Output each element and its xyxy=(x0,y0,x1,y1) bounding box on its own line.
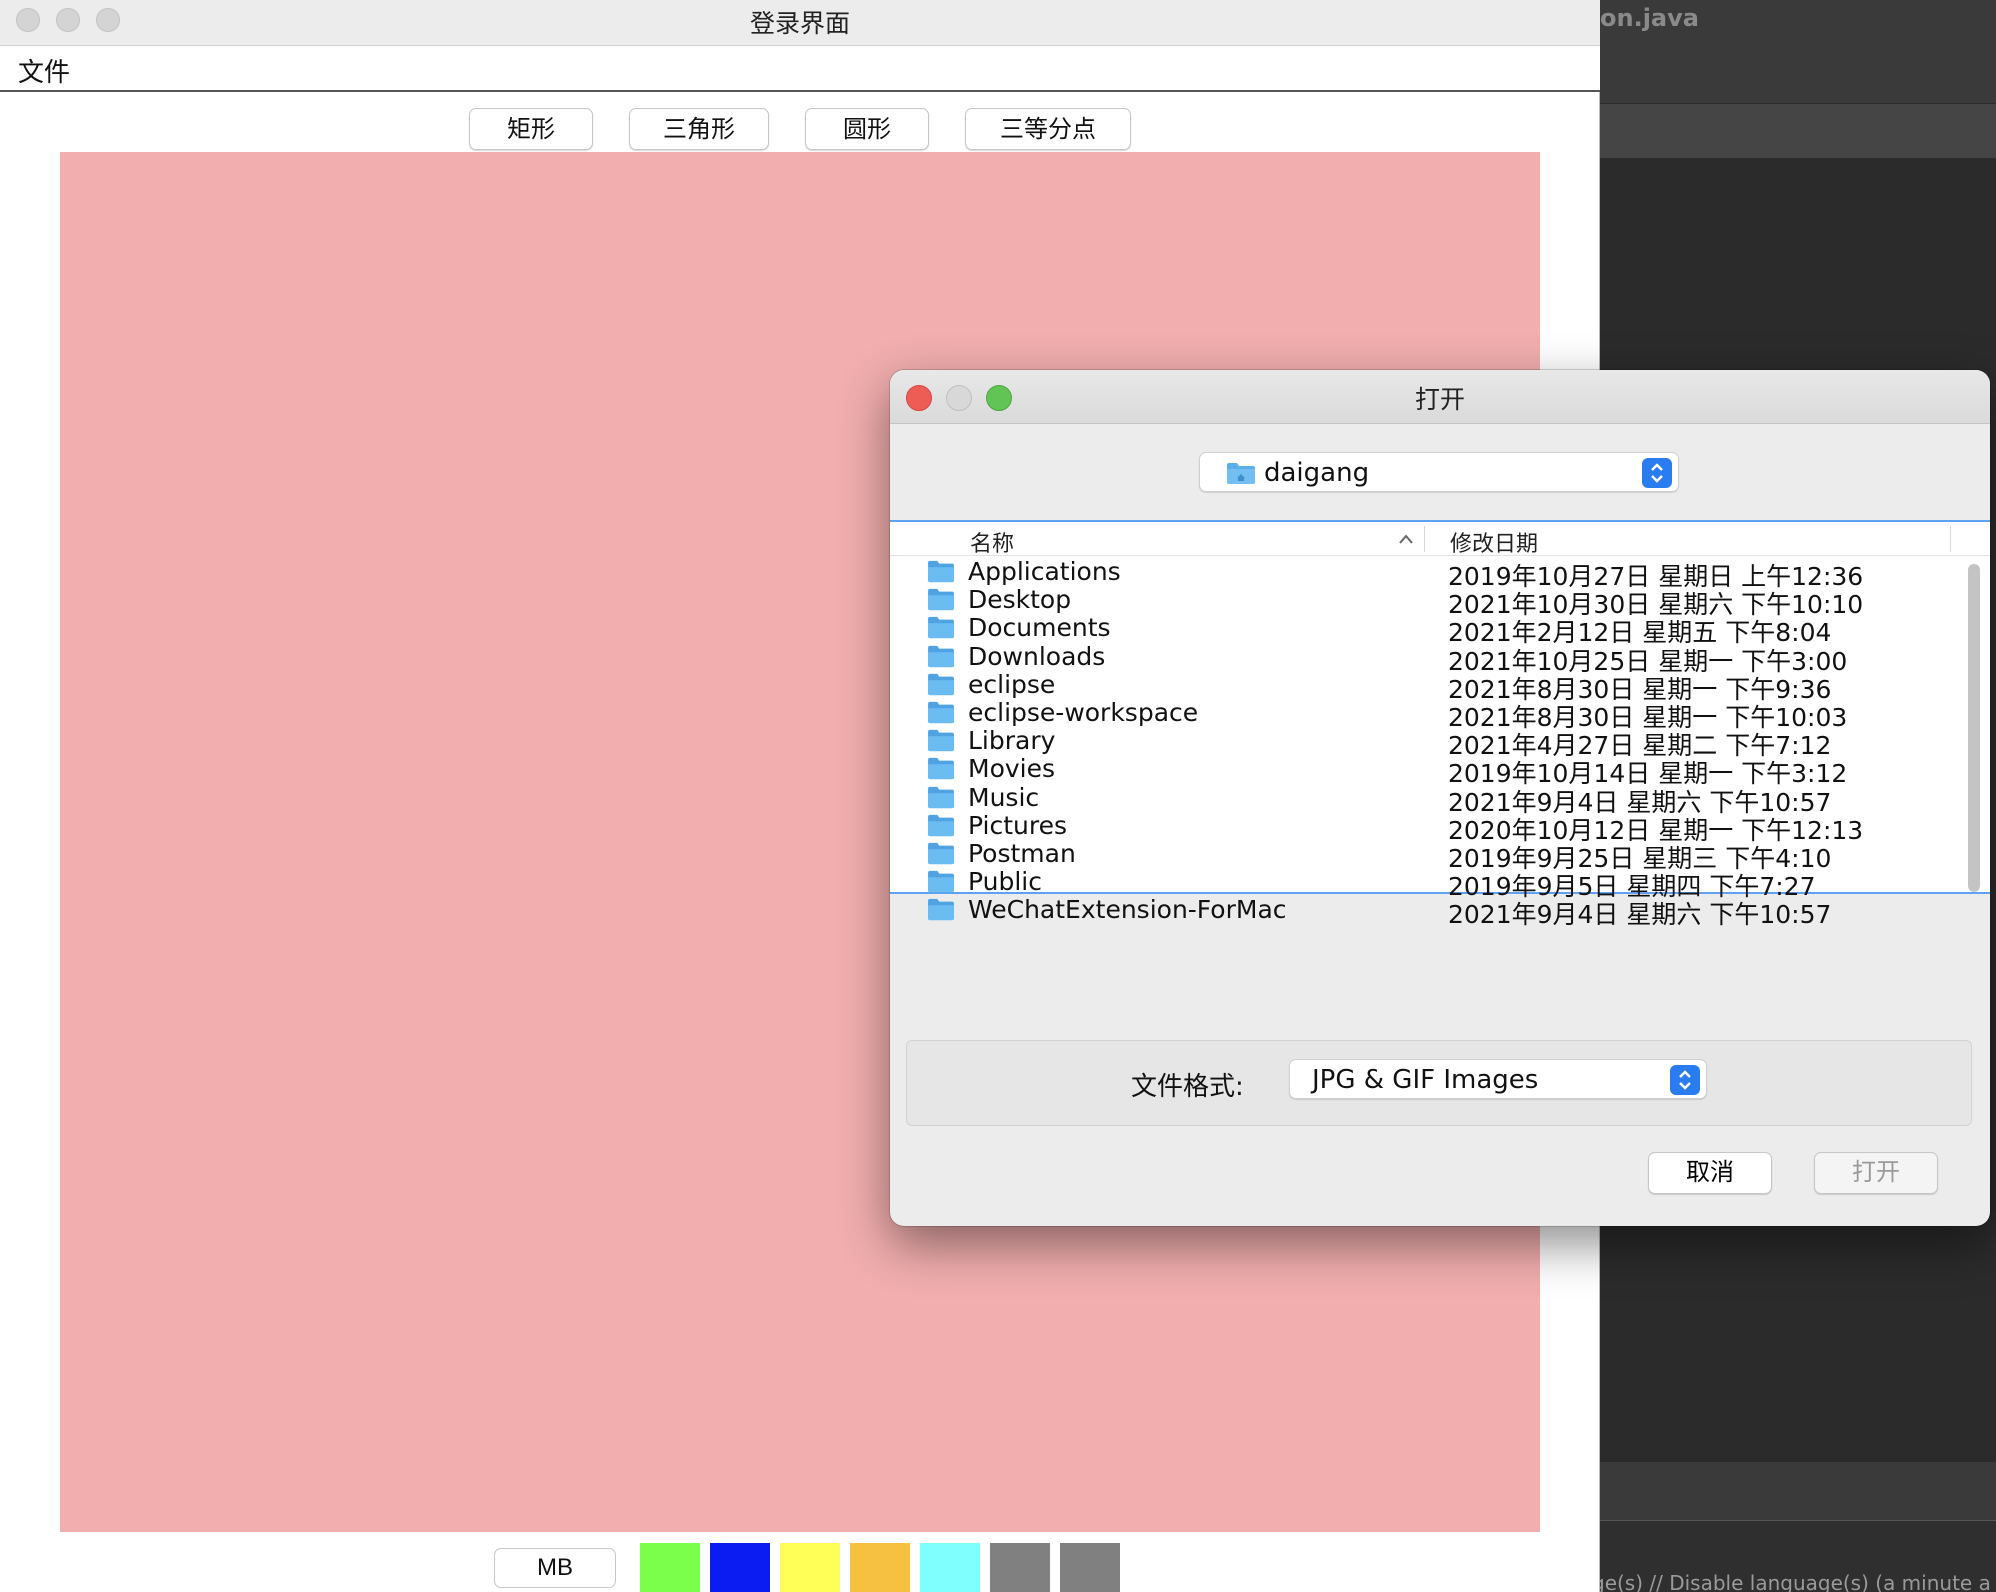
ide-file-title: on.java xyxy=(1600,4,1699,32)
folder-icon xyxy=(926,897,956,925)
column-divider xyxy=(1950,526,1951,552)
ide-status-bar: ge(s) // Disable language(s) (a minute a xyxy=(1590,1520,1996,1592)
file-name: Desktop xyxy=(968,585,1072,615)
ide-toolbar: on.java xyxy=(1590,0,1996,104)
mb-button[interactable]: MB xyxy=(494,1548,616,1588)
file-row[interactable]: Music 2021年9月4日 星期六 下午10:57 xyxy=(890,782,1950,817)
music-folder-icon xyxy=(926,785,956,813)
file-list[interactable]: 名称 修改日期 Applications 2019年10月27日 星期日 上午12… xyxy=(890,520,1990,929)
location-updown-icon xyxy=(1642,458,1672,488)
library-folder-icon xyxy=(926,728,956,756)
file-name: Downloads xyxy=(968,641,1106,671)
file-name: Applications xyxy=(968,557,1121,586)
file-format-value: JPG & GIF Images xyxy=(1312,1065,1539,1095)
window-title: 登录界面 xyxy=(749,9,850,38)
color-swatch-green[interactable] xyxy=(640,1543,700,1592)
file-row[interactable]: Desktop 2021年10月30日 星期六 下午10:10 xyxy=(890,585,1950,619)
file-name: eclipse-workspace xyxy=(968,698,1199,727)
home-folder-icon xyxy=(1226,461,1256,489)
color-swatch-cyan[interactable] xyxy=(920,1543,980,1592)
color-swatch-yellow[interactable] xyxy=(780,1543,840,1592)
file-format-panel: 文件格式: JPG & GIF Images xyxy=(906,1040,1972,1126)
cancel-button[interactable]: 取消 xyxy=(1648,1152,1772,1194)
file-date: 2021年9月4日 星期六 下午10:57 xyxy=(1448,900,1832,930)
list-scrollbar[interactable] xyxy=(1967,558,1981,892)
menu-file[interactable]: 文件 xyxy=(18,52,70,89)
open-button[interactable]: 打开 xyxy=(1814,1152,1938,1194)
file-name: Library xyxy=(968,726,1056,756)
ide-tab-strip xyxy=(1590,104,1996,158)
column-divider xyxy=(1424,526,1425,552)
folder-icon xyxy=(926,700,956,728)
file-row[interactable]: Movies 2019年10月14日 星期一 下午3:12 xyxy=(890,754,1950,788)
file-name: Music xyxy=(968,782,1040,812)
file-row[interactable]: Downloads 2021年10月25日 星期一 下午3:00 xyxy=(890,641,1950,676)
file-name: eclipse xyxy=(968,669,1056,699)
file-format-label: 文件格式: xyxy=(1131,1072,1244,1102)
public-folder-icon xyxy=(926,869,956,897)
open-file-dialog: 打开 daigang 名称 修改日期 Applications 2019年10月… xyxy=(890,370,1990,1226)
list-header: 名称 修改日期 xyxy=(890,522,1990,558)
file-name: Documents xyxy=(968,613,1111,643)
downloads-folder-icon xyxy=(926,644,956,672)
format-updown-icon xyxy=(1670,1065,1700,1095)
column-header-date[interactable]: 修改日期 xyxy=(1450,526,1538,558)
dialog-title: 打开 xyxy=(1414,385,1465,414)
desktop-folder-icon xyxy=(926,587,956,615)
file-name: Pictures xyxy=(968,810,1067,840)
color-swatch-gray-2[interactable] xyxy=(1060,1543,1120,1592)
circle-button[interactable]: 圆形 xyxy=(805,108,929,150)
ide-status-text: ge(s) // Disable language(s) (a minute a xyxy=(1592,1571,1991,1592)
documents-folder-icon xyxy=(926,615,956,643)
file-row[interactable]: eclipse 2021年8月30日 星期一 下午9:36 xyxy=(890,669,1950,704)
color-swatch-blue[interactable] xyxy=(710,1543,770,1592)
file-row[interactable]: Documents 2021年2月12日 星期五 下午8:04 xyxy=(890,613,1950,647)
folder-icon xyxy=(926,672,956,700)
color-swatch-orange[interactable] xyxy=(850,1543,910,1592)
file-row[interactable]: Library 2021年4月27日 星期二 下午7:12 xyxy=(890,726,1950,760)
pictures-folder-icon xyxy=(926,813,956,841)
folder-icon xyxy=(926,841,956,869)
file-name: Public xyxy=(968,867,1042,897)
file-name: Movies xyxy=(968,754,1056,784)
main-titlebar[interactable]: 登录界面 xyxy=(0,0,1600,46)
color-swatch-gray[interactable] xyxy=(990,1543,1050,1592)
ide-bottom-toolbar xyxy=(1590,1462,1996,1520)
file-name: Postman xyxy=(968,839,1076,868)
scroll-thumb[interactable] xyxy=(1968,564,1980,892)
movies-folder-icon xyxy=(926,756,956,784)
triangle-button[interactable]: 三角形 xyxy=(629,108,769,150)
applications-folder-icon xyxy=(926,559,956,587)
location-label: daigang xyxy=(1264,458,1370,488)
file-row[interactable]: eclipse-workspace 2021年8月30日 星期一 下午10:03 xyxy=(890,698,1950,732)
file-row[interactable]: Applications 2019年10月27日 星期日 上午12:36 xyxy=(890,557,1950,591)
dialog-titlebar[interactable]: 打开 xyxy=(890,370,1990,424)
file-row[interactable]: Public 2019年9月5日 星期四 下午7:27 xyxy=(890,867,1950,901)
file-name: WeChatExtension-ForMac xyxy=(968,895,1287,925)
rectangle-button[interactable]: 矩形 xyxy=(469,108,593,150)
sort-ascending-icon xyxy=(1398,530,1414,549)
file-row[interactable]: WeChatExtension-ForMac 2021年9月4日 星期六 下午10… xyxy=(890,895,1950,929)
menu-bar: 文件 xyxy=(0,46,1600,92)
trisection-points-button[interactable]: 三等分点 xyxy=(965,108,1131,150)
location-popup[interactable]: daigang xyxy=(1199,452,1679,492)
column-header-name[interactable]: 名称 xyxy=(970,526,1014,558)
file-format-select[interactable]: JPG & GIF Images xyxy=(1289,1059,1707,1099)
file-row[interactable]: Postman 2019年9月25日 星期三 下午4:10 xyxy=(890,839,1950,873)
file-row[interactable]: Pictures 2020年10月12日 星期一 下午12:13 xyxy=(890,810,1950,845)
